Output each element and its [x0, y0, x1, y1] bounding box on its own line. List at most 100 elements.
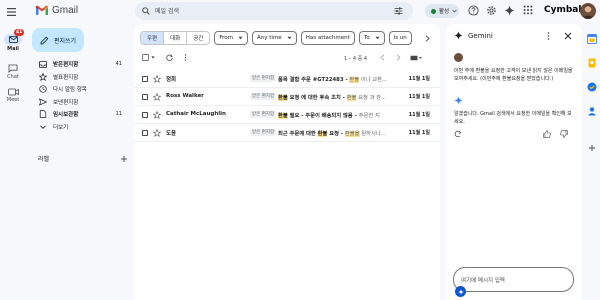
gear-icon[interactable]: [486, 5, 497, 16]
labels-title: 라벨: [38, 156, 50, 163]
search-highlight: 환불을: [344, 131, 360, 137]
inbox-label-chip[interactable]: 받은 편지함: [250, 129, 277, 136]
sidebar-item-label: 더보기: [53, 124, 69, 131]
refresh-icon[interactable]: [166, 54, 173, 61]
inbox-label-chip[interactable]: 받은 편지함: [250, 75, 277, 82]
gemini-spark-icon[interactable]: [504, 5, 515, 16]
more-vert-icon[interactable]: [547, 32, 550, 40]
thumbs-up-icon[interactable]: [543, 130, 551, 138]
gemini-header: Gemini: [454, 31, 493, 40]
row-checkbox[interactable]: [142, 112, 148, 118]
rail-item-mail[interactable]: 41 Mail: [0, 29, 26, 52]
email-subject: 최근 주문에 대한 환불 요청 - 환불을 원하시나...: [278, 129, 416, 137]
folder-list: 받은편지함 41 별표편지함 다시 알림 항목 보낸편지함 임시보관함 11 더…: [26, 58, 130, 133]
filter-from[interactable]: From: [214, 31, 249, 45]
select-dropdown-icon[interactable]: [151, 56, 155, 59]
sidebar-item-more[interactable]: 더보기: [26, 121, 128, 134]
search-filter-bar: 우편 대화 공간 From Any time Has attachment To…: [140, 31, 440, 45]
rail-label-mail: Mail: [7, 46, 19, 52]
prev-page-icon[interactable]: [380, 54, 385, 61]
row-checkbox[interactable]: [142, 76, 148, 82]
filter-has-attachment[interactable]: Has attachment: [300, 31, 355, 45]
sidebar-item-starred[interactable]: 별표편지함: [26, 71, 128, 84]
unread-badge: 41: [14, 29, 25, 36]
sidebar-item-label: 보낸편지함: [53, 99, 79, 106]
email-date: 11월 1일: [408, 112, 430, 118]
email-sender: Cathair McLaughlin: [166, 111, 226, 117]
table-row[interactable]: Ross Walker 받은 편지함 환불 요청 에 대한 후속 조치 - 환불…: [134, 88, 440, 106]
filter-is-unread[interactable]: Is un: [388, 31, 412, 45]
sidebar-item-snoozed[interactable]: 다시 알림 항목: [26, 83, 128, 96]
next-page-icon[interactable]: [396, 54, 401, 61]
gemini-spark-icon: [454, 31, 463, 40]
contacts-icon[interactable]: [587, 106, 597, 116]
select-all-checkbox[interactable]: [142, 54, 149, 61]
star-icon[interactable]: [153, 75, 161, 83]
clock-icon: [39, 85, 47, 93]
search-highlight: 환불: [349, 77, 360, 83]
sidebar-item-drafts[interactable]: 임시보관함 11: [26, 108, 128, 121]
table-row[interactable]: Cathair McLaughlin 받은 편지함 환불 필요 - 주문이 배송…: [134, 106, 440, 124]
avatar[interactable]: [580, 3, 596, 19]
inbox-label-chip[interactable]: 받은 편지함: [250, 93, 277, 100]
more-vert-icon[interactable]: [184, 54, 187, 61]
gemini-response: 알겠습니다. Gmail 검색에서 요청한 이메일을 확인해 보세요.: [454, 111, 572, 125]
filter-label: To: [363, 35, 370, 41]
table-row[interactable]: 정희 받은 편지함 품목 결함 주문 #GT22483 - 환불 이나 교환..…: [134, 70, 440, 88]
list-toolbar: 1 – 4 중 4: [140, 54, 436, 64]
calendar-icon[interactable]: [587, 34, 597, 44]
search-bar[interactable]: [135, 2, 413, 20]
email-subject: 품목 결함 주문 #GT22483 - 환불 이나 교환...: [278, 75, 416, 83]
subject-text: 요청 -: [327, 131, 345, 137]
close-icon[interactable]: [564, 32, 572, 40]
segment-spaces[interactable]: 공간: [187, 32, 209, 44]
status-dot: [431, 8, 436, 14]
status-selector[interactable]: 활성: [425, 4, 459, 18]
email-date: 11월 1일: [408, 130, 430, 136]
email-snippet: 환불 이나 교환...: [349, 77, 387, 83]
search-icon[interactable]: [142, 7, 150, 15]
gemini-prompt-box[interactable]: [453, 267, 574, 292]
chevron-right-icon[interactable]: [420, 31, 434, 45]
filter-label: Any time: [257, 35, 282, 41]
email-date: 11월 1일: [408, 94, 430, 100]
rail-item-chat[interactable]: Chat: [0, 64, 26, 80]
keep-icon[interactable]: [587, 58, 597, 68]
snippet-text: 이나 교환...: [359, 77, 388, 83]
segment-conversations[interactable]: 대화: [164, 32, 188, 44]
input-tools-icon[interactable]: [410, 55, 422, 61]
sidebar-item-inbox[interactable]: 받은편지함 41: [26, 58, 128, 71]
star-icon[interactable]: [153, 111, 161, 119]
sidebar-item-sent[interactable]: 보낸편지함: [26, 96, 128, 109]
email-date: 11월 1일: [408, 76, 430, 82]
apps-grid-icon[interactable]: [523, 5, 533, 15]
star-icon[interactable]: [153, 93, 161, 101]
main-menu-icon[interactable]: [6, 7, 17, 17]
row-checkbox[interactable]: [142, 94, 148, 100]
gemini-message-input[interactable]: [461, 275, 561, 286]
regenerate-icon[interactable]: [454, 130, 462, 138]
sidebar-item-label: 임시보관함: [53, 112, 79, 119]
add-label-icon[interactable]: [120, 155, 128, 163]
tasks-icon[interactable]: [587, 82, 597, 92]
search-options-icon[interactable]: [394, 7, 403, 15]
filter-any-time[interactable]: Any time: [252, 31, 297, 45]
star-icon[interactable]: [153, 129, 161, 137]
add-app-icon[interactable]: [588, 144, 596, 152]
search-input[interactable]: [155, 5, 375, 17]
sidebar-item-label: 다시 알림 항목: [53, 87, 87, 94]
rail-item-meet[interactable]: Meet: [0, 88, 26, 103]
compose-button[interactable]: 편지쓰기: [32, 28, 84, 52]
table-row[interactable]: 도윤 받은 편지함 최근 주문에 대한 환불 요청 - 환불을 원하시나... …: [134, 124, 440, 142]
inbox-label-chip[interactable]: 받은 편지함: [250, 111, 277, 118]
help-icon[interactable]: [468, 5, 479, 16]
brand-logo[interactable]: Cymbal: [544, 5, 581, 15]
segment-mail[interactable]: 우편: [141, 32, 165, 44]
gmail-m-icon: [36, 5, 48, 15]
mail-list-panel: 우편 대화 공간 From Any time Has attachment To…: [134, 24, 440, 300]
filter-to[interactable]: To: [358, 31, 385, 45]
thumbs-down-icon[interactable]: [560, 130, 568, 138]
gemini-fab[interactable]: [455, 286, 466, 297]
row-checkbox[interactable]: [142, 130, 148, 136]
gmail-logo[interactable]: Gmail: [35, 5, 78, 16]
